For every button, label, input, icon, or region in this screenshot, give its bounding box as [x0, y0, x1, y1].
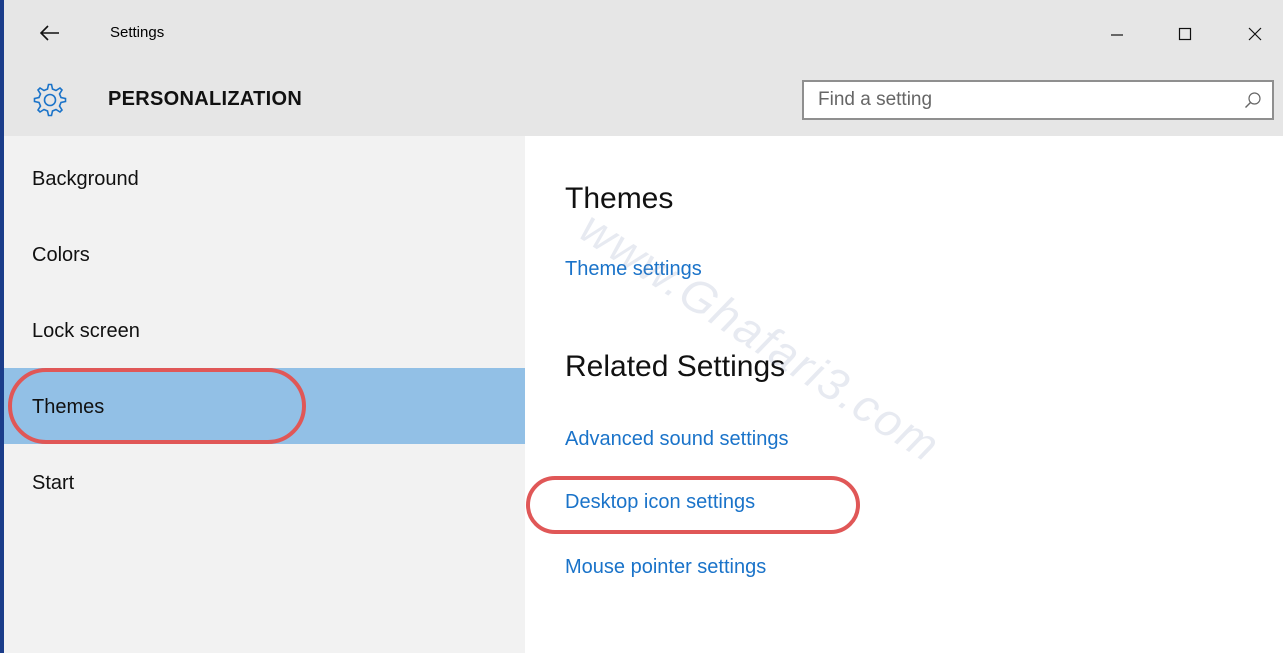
close-button[interactable] — [1232, 18, 1278, 50]
search-icon[interactable] — [1244, 91, 1262, 109]
sidebar-item-lock-screen[interactable]: Lock screen — [4, 292, 525, 368]
sidebar-item-label: Colors — [32, 244, 90, 266]
search-box[interactable] — [802, 80, 1274, 120]
back-button[interactable] — [32, 18, 68, 48]
search-input[interactable] — [818, 88, 1218, 112]
sidebar-item-label: Themes — [32, 396, 105, 418]
minimize-button[interactable] — [1094, 18, 1140, 50]
window-title: Settings — [110, 24, 165, 41]
sidebar: Background Colors Lock screen Themes Sta… — [4, 136, 525, 653]
desktop-icon-settings-link[interactable]: Desktop icon settings — [565, 491, 755, 514]
close-icon — [1248, 27, 1262, 41]
title-bar: Settings — [4, 0, 1283, 68]
themes-heading: Themes — [565, 182, 674, 215]
related-settings-heading: Related Settings — [565, 350, 786, 383]
sidebar-item-label: Start — [32, 472, 75, 494]
header-bar: PERSONALIZATION — [4, 68, 1283, 136]
maximize-icon — [1178, 27, 1192, 41]
minimize-icon — [1111, 34, 1123, 36]
advanced-sound-settings-link[interactable]: Advanced sound settings — [565, 428, 789, 451]
sidebar-item-colors[interactable]: Colors — [4, 216, 525, 292]
sidebar-item-label: Lock screen — [32, 320, 140, 342]
sidebar-item-start[interactable]: Start — [4, 444, 525, 520]
page-title: PERSONALIZATION — [108, 88, 303, 110]
back-arrow-icon — [40, 25, 59, 41]
mouse-pointer-settings-link[interactable]: Mouse pointer settings — [565, 556, 766, 579]
main-content: Themes Theme settings Related Settings A… — [525, 136, 1283, 653]
sidebar-item-background[interactable]: Background — [4, 140, 525, 216]
sidebar-item-label: Background — [32, 168, 139, 190]
window-border — [0, 0, 4, 653]
settings-window: Settings PERSONALIZATION Find a setting … — [0, 0, 1283, 653]
theme-settings-link[interactable]: Theme settings — [565, 258, 702, 281]
gear-icon — [33, 83, 67, 117]
sidebar-item-themes[interactable]: Themes — [4, 368, 525, 444]
maximize-button[interactable] — [1162, 18, 1208, 50]
